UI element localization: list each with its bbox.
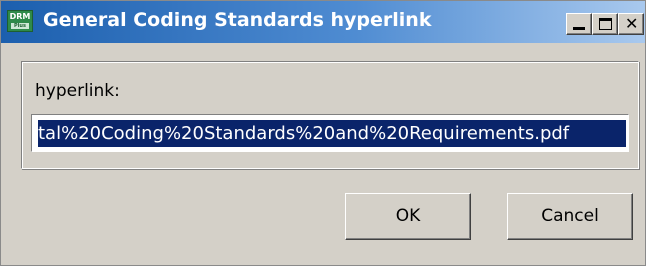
close-button[interactable]: ✕: [618, 13, 644, 35]
app-icon-text: DRM: [9, 12, 31, 21]
hyperlink-label: hyperlink:: [35, 81, 120, 101]
minimize-button[interactable]: [566, 13, 592, 35]
cancel-button[interactable]: Cancel: [507, 193, 633, 240]
minimize-icon: [573, 27, 585, 30]
dialog-window: DRM Plus General Coding Standards hyperl…: [0, 0, 646, 266]
maximize-icon: [599, 18, 612, 30]
app-icon-subtext: Plus: [11, 23, 29, 29]
hyperlink-value: tal%20Coding%20Standards%20and%20Require…: [38, 123, 570, 144]
title-bar[interactable]: DRM Plus General Coding Standards hyperl…: [1, 1, 645, 43]
hyperlink-selected-text[interactable]: tal%20Coding%20Standards%20and%20Require…: [38, 120, 626, 147]
drm-app-icon: DRM Plus: [7, 10, 33, 32]
maximize-button[interactable]: [592, 13, 618, 35]
ok-button[interactable]: OK: [345, 193, 471, 240]
hyperlink-input[interactable]: tal%20Coding%20Standards%20and%20Require…: [31, 114, 629, 152]
close-icon: ✕: [625, 14, 639, 33]
window-title: General Coding Standards hyperlink: [43, 9, 432, 31]
